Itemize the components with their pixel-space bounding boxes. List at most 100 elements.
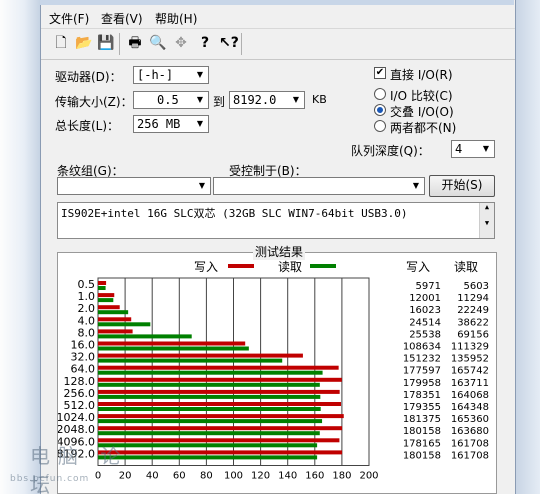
read-bar [98,370,323,375]
write-bar [98,341,246,346]
transfer-to-select[interactable]: 8192.0 ▼ [229,91,305,109]
window-top-edge [40,0,514,5]
column-write-header: 写入 [406,260,430,274]
toolbar-separator [241,33,242,55]
description-textarea[interactable]: IS902E+intel 16G SLC双芯 (32GB SLC WIN7-64… [57,202,495,239]
chevron-down-icon: ▼ [196,119,204,128]
x-tick-label: 100 [224,471,243,482]
legend-write-label: 写入 [194,260,218,274]
transfer-size-row-label: 512.0 [64,399,96,412]
read-bar [98,346,249,351]
print-preview-icon[interactable]: 🔍 [149,35,166,51]
write-bar [98,281,107,285]
read-bar [98,310,129,315]
menu-bar: 文件(F) 查看(V) 帮助(H) [41,8,515,28]
overlap-io-label: 交叠 I/O(O) [390,105,454,119]
write-value: 25538 [409,329,441,340]
write-bar [98,305,120,310]
write-bar [98,414,344,419]
queue-depth-select[interactable]: 4 ▼ [451,140,495,158]
menu-file[interactable]: 文件(F) [49,10,89,27]
x-tick-label: 140 [278,471,297,482]
description-text: IS902E+intel 16G SLC双芯 (32GB SLC WIN7-64… [61,207,408,220]
write-value: 16023 [409,305,441,316]
menu-help[interactable]: 帮助(H) [155,10,197,27]
forum-watermark: 电脑 论坛 bbs.pcfun.com [0,436,150,497]
chevron-down-icon: ▼ [412,181,420,190]
toolbar: 🗋 📂 💾 🖶 🔍 ✥ ? ↖? [41,28,515,60]
context-help-icon[interactable]: ↖? [219,35,239,51]
transfer-size-row-label: 256.0 [64,387,96,400]
write-value: 179355 [403,402,441,413]
move-icon[interactable]: ✥ [173,35,189,51]
legend-read-swatch [310,264,336,268]
description-scrollbar[interactable]: ▲ ▼ [479,203,494,238]
transfer-from-select[interactable]: 0.5 ▼ [133,91,209,109]
read-bar [98,286,106,290]
read-value: 163711 [451,378,489,389]
read-bar [98,382,320,387]
write-value: 108634 [403,342,441,353]
save-icon[interactable]: 💾 [97,35,114,51]
read-bar [98,298,114,303]
start-button[interactable]: 开始(S) [429,175,495,197]
transfer-size-row-label: 0.5 [78,278,96,291]
read-value: 111329 [451,342,489,353]
read-value: 165360 [451,414,489,425]
print-icon[interactable]: 🖶 [127,35,143,51]
x-tick-label: 200 [359,471,378,482]
transfer-size-row-label: 1024.0 [58,411,95,424]
transfer-size-row-label: 8.0 [78,326,96,339]
read-value: 161708 [451,450,489,461]
toolbar-separator [119,33,120,55]
kb-unit-label: KB [312,93,327,106]
io-compare-radio[interactable] [374,88,386,100]
chevron-down-icon: ▼ [482,144,490,153]
x-tick-label: 80 [200,471,213,482]
read-bar [98,394,321,399]
drive-label: 驱动器(D)： [55,70,122,84]
total-length-value: 256 MB [137,117,181,131]
overlap-io-radio[interactable] [374,104,386,116]
write-value: 177597 [403,366,441,377]
total-length-select[interactable]: 256 MB ▼ [133,115,209,133]
write-value: 179958 [403,378,441,389]
neither-radio[interactable] [374,120,386,132]
read-value: 163680 [451,426,489,437]
queue-depth-label: 队列深度(Q)： [351,144,430,158]
x-tick-label: 180 [332,471,351,482]
open-icon[interactable]: 📂 [75,35,92,51]
read-value: 165742 [451,366,489,377]
new-icon[interactable]: 🗋 [53,35,69,51]
x-tick-label: 120 [251,471,270,482]
transfer-size-row-label: 64.0 [71,363,96,376]
write-bar [98,365,339,370]
chevron-down-icon: ▼ [198,181,206,190]
read-value: 22249 [457,305,489,316]
help-icon[interactable]: ? [197,35,213,51]
direct-io-checkbox[interactable]: ✔ [374,67,386,79]
write-value: 178351 [403,390,441,401]
write-value: 151232 [403,354,441,365]
legend-read-label: 读取 [278,260,302,274]
write-bar [98,353,303,358]
write-value: 5971 [416,281,441,292]
desktop-left-edge [0,0,40,494]
watermark-text: 电脑 论坛 [30,444,129,497]
column-read-header: 读取 [454,260,478,274]
stripe-group-select[interactable]: ▼ [57,177,211,195]
read-value: 11294 [457,293,489,304]
queue-depth-value: 4 [455,142,463,156]
write-value: 180158 [403,426,441,437]
x-tick-label: 160 [305,471,324,482]
controlled-by-select[interactable]: ▼ [213,177,425,195]
write-bar [98,377,342,382]
menu-view[interactable]: 查看(V) [101,10,143,27]
chevron-down-icon: ▼ [196,95,204,104]
read-value: 69156 [457,329,489,340]
transfer-size-row-label: 128.0 [64,375,96,388]
transfer-size-row-label: 2048.0 [58,423,95,436]
drive-select[interactable]: [-h-] ▼ [133,66,209,84]
transfer-from-value: 0.5 [157,93,179,107]
read-bar [98,322,151,327]
